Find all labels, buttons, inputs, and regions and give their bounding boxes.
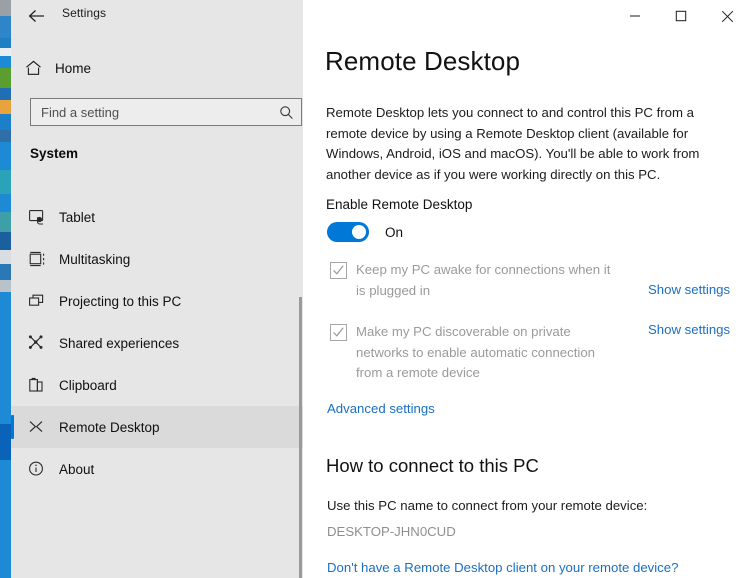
selection-indicator: [11, 205, 14, 229]
show-settings-link-make-discoverable[interactable]: Show settings: [648, 322, 730, 337]
sidebar-item-label: Remote Desktop: [59, 419, 160, 435]
selection-indicator: [11, 331, 14, 355]
search-input[interactable]: [31, 104, 271, 120]
projecting-icon: [15, 280, 59, 322]
remote-desktop-icon: [15, 406, 59, 448]
sidebar-item-label: Multitasking: [59, 251, 131, 267]
sidebar-item-label: Shared experiences: [59, 335, 180, 351]
sidebar-item-label: Tablet: [59, 209, 96, 225]
sidebar-item-tablet[interactable]: Tablet: [11, 196, 303, 238]
enable-remote-desktop-label: Enable Remote Desktop: [326, 197, 473, 212]
home-label: Home: [55, 60, 92, 76]
window-controls: [612, 0, 750, 32]
search-box[interactable]: [30, 98, 302, 126]
use-pc-name-label: Use this PC name to connect from your re…: [327, 498, 648, 513]
sidebar-item-label: Projecting to this PC: [59, 293, 182, 309]
selection-indicator: [11, 247, 14, 271]
maximize-icon[interactable]: [658, 0, 704, 32]
remote-desktop-client-link[interactable]: Don't have a Remote Desktop client on yo…: [327, 560, 678, 575]
sidebar-item-about[interactable]: About: [11, 448, 303, 490]
keep-pc-awake-checkbox[interactable]: [330, 262, 347, 279]
settings-window: Settings Home System: [0, 0, 750, 578]
advanced-settings-link[interactable]: Advanced settings: [327, 401, 435, 416]
search-icon: [271, 105, 301, 120]
sidebar-item-projecting-to-this-pc[interactable]: Projecting to this PC: [11, 280, 303, 322]
selection-indicator: [11, 415, 14, 439]
sidebar-item-remote-desktop[interactable]: Remote Desktop: [11, 406, 303, 448]
sidebar-item-shared-experiences[interactable]: Shared experiences: [11, 322, 303, 364]
selection-indicator: [11, 457, 14, 481]
multitasking-icon: [15, 238, 59, 280]
make-discoverable-checkbox[interactable]: [330, 324, 347, 341]
how-to-connect-title: How to connect to this PC: [326, 455, 539, 476]
enable-remote-desktop-toggle-row[interactable]: On: [327, 222, 403, 242]
sidebar-item-multitasking[interactable]: Multitasking: [11, 238, 303, 280]
toggle-state-label: On: [385, 224, 404, 240]
sidebar-item-home[interactable]: Home: [11, 52, 303, 84]
show-settings-link-keep-pc-awake[interactable]: Show settings: [648, 282, 730, 297]
selection-indicator: [11, 373, 14, 397]
sidebar-titlebar: Settings: [11, 0, 303, 32]
shared-experiences-icon: [15, 322, 59, 364]
close-icon[interactable]: [704, 0, 750, 32]
page-description: Remote Desktop lets you connect to and c…: [326, 105, 700, 182]
sidebar-item-label: Clipboard: [59, 377, 117, 393]
selection-indicator: [11, 289, 14, 313]
sidebar-item-clipboard[interactable]: Clipboard: [11, 364, 303, 406]
make-discoverable-label: Make my PC discoverable on private netwo…: [356, 324, 595, 380]
window-title: Settings: [62, 6, 107, 20]
tablet-icon: [15, 196, 59, 238]
pc-name-value: DESKTOP-JHN0CUD: [327, 524, 456, 539]
desktop-background-strip: [0, 0, 11, 578]
minimize-icon[interactable]: [612, 0, 658, 32]
back-arrow-icon[interactable]: [16, 2, 56, 30]
sidebar-group-title: System: [30, 146, 79, 161]
sidebar-item-label: About: [59, 461, 95, 477]
sidebar-scrollbar-thumb[interactable]: [299, 297, 302, 578]
enable-remote-desktop-toggle[interactable]: [327, 222, 369, 242]
sidebar-nav-list: Tablet Multitasking Projecting to this P…: [11, 196, 303, 490]
toggle-knob: [352, 225, 366, 239]
page-title: Remote Desktop: [325, 46, 521, 76]
main-content-pane: Remote Desktop Remote Desktop lets you c…: [303, 0, 750, 578]
clipboard-icon: [15, 364, 59, 406]
settings-sidebar: Settings Home System: [11, 0, 303, 578]
keep-pc-awake-label: Keep my PC awake for connections when it…: [356, 262, 611, 298]
info-icon: [15, 448, 59, 490]
home-icon: [11, 60, 55, 76]
